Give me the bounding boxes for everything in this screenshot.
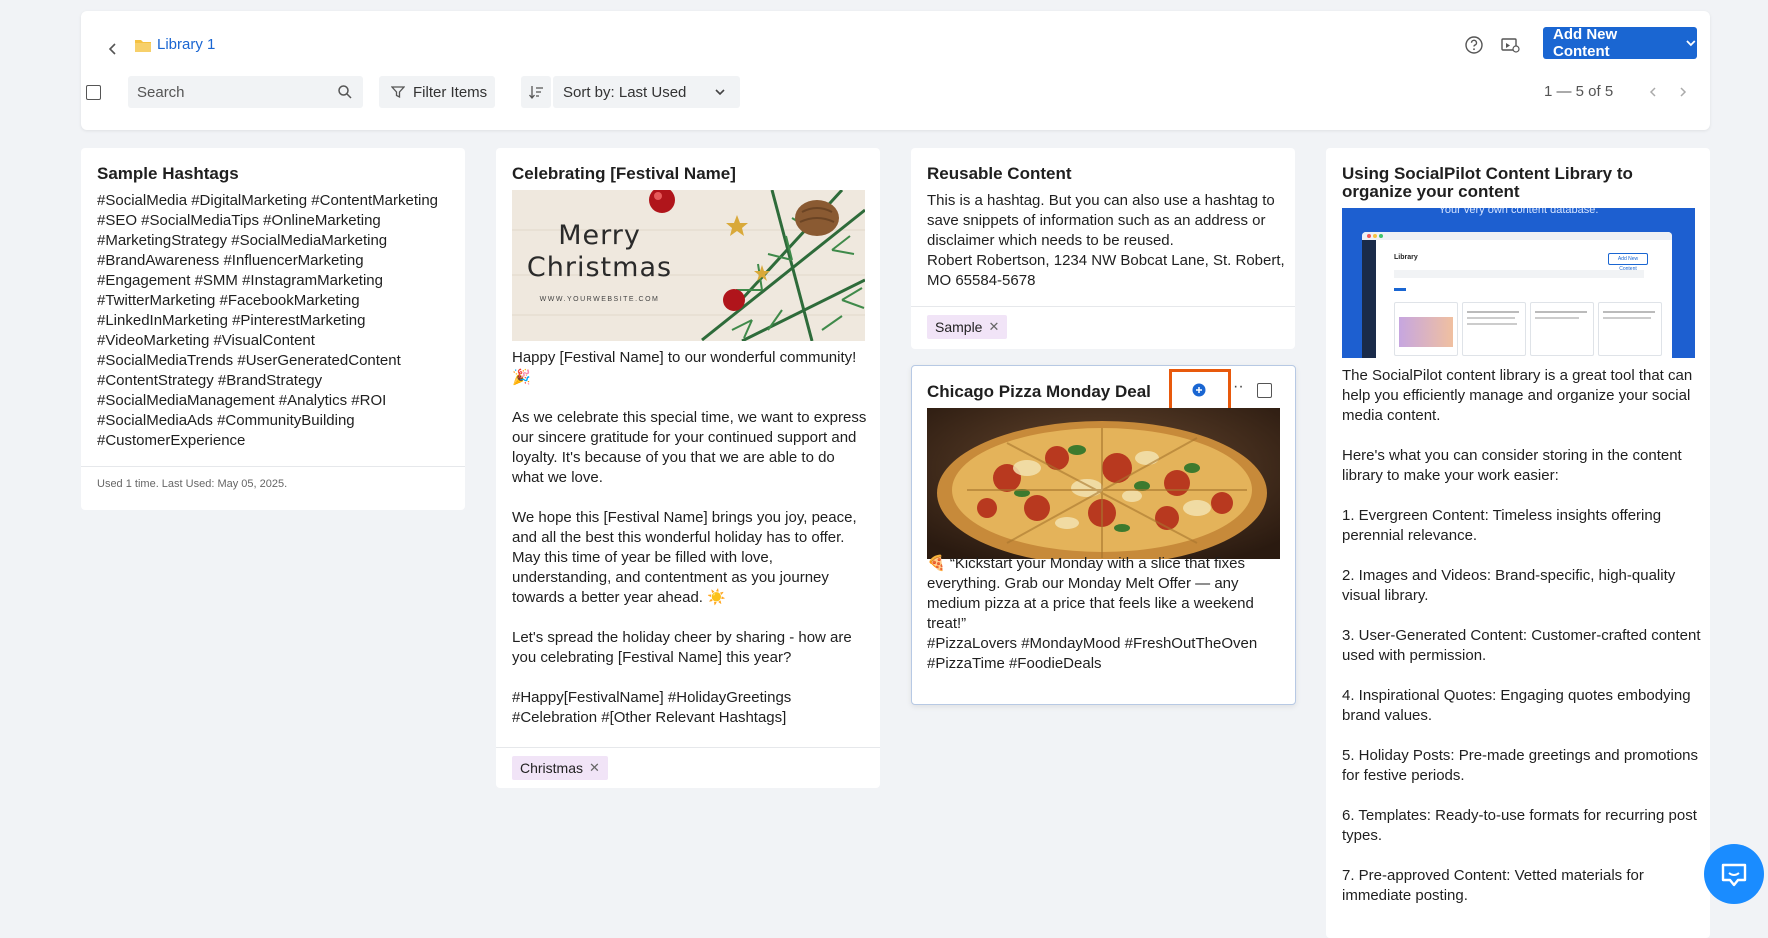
card-body: 🍕 “Kickstart your Monday with a slice th…	[927, 555, 1258, 672]
filter-icon	[391, 86, 405, 99]
image-line1: Merry	[558, 220, 641, 251]
content-card-festival[interactable]: Celebrating [Festival Name] Merry Christ…	[496, 148, 880, 788]
pagination-info: 1 — 5 of 5	[1544, 83, 1614, 100]
card-title: Celebrating [Festival Name]	[512, 164, 736, 183]
filter-items-label: Filter Items	[413, 83, 488, 101]
image-app-title: Library	[1394, 254, 1418, 261]
card-title: Sample Hashtags	[97, 164, 239, 183]
usage-info: Used 1 time. Last Used: May 05, 2025.	[97, 478, 288, 490]
card-body: The SocialPilot content library is a gre…	[1342, 367, 1701, 904]
card-divider	[81, 466, 465, 467]
image-line2: Christmas	[526, 252, 673, 283]
plus-circle-icon[interactable]	[1192, 383, 1206, 397]
close-icon[interactable]: ✕	[589, 760, 600, 776]
pizza-illustration	[927, 408, 1280, 559]
library-toolbar: Library 1 Add New Content Filter Items S…	[81, 11, 1710, 130]
back-chevron-icon[interactable]	[105, 41, 121, 57]
filter-items-button[interactable]: Filter Items	[379, 76, 495, 108]
content-card-pizza[interactable]: Chicago Pizza Monday Deal ·· 🍕 “Kickstar…	[911, 365, 1296, 705]
tag-chip: Sample ✕	[927, 315, 1008, 339]
tag-chip: Christmas ✕	[512, 756, 608, 780]
christmas-image[interactable]: Merry Christmas WWW.YOURWEBSITE.COM	[512, 190, 865, 341]
sort-direction-button[interactable]	[521, 76, 551, 108]
card-body: Happy [Festival Name] to our wonderful c…	[512, 349, 867, 726]
add-new-content-label: Add New Content	[1553, 26, 1618, 60]
search-input[interactable]	[128, 76, 328, 108]
chevron-down-icon	[1686, 40, 1696, 47]
card-title: Reusable Content	[927, 164, 1072, 183]
more-icon[interactable]: ··	[1233, 378, 1244, 396]
chevron-left-icon[interactable]	[1647, 85, 1659, 99]
card-title: Chicago Pizza Monday Deal	[927, 382, 1151, 401]
folder-icon	[135, 40, 151, 52]
help-icon[interactable]	[1463, 34, 1485, 56]
add-new-content-button[interactable]: Add New Content	[1543, 26, 1697, 60]
sort-select-label: Sort by: Last Used	[563, 83, 687, 101]
card-body: #SocialMedia #DigitalMarketing #ContentM…	[97, 192, 439, 449]
tag-label: Sample	[935, 319, 983, 335]
app-screenshot: Library Add New Content	[1362, 232, 1672, 358]
sort-select[interactable]: Sort by: Last Used	[553, 76, 740, 108]
chat-icon	[1721, 863, 1747, 887]
pizza-image[interactable]	[927, 408, 1280, 559]
card-divider	[496, 747, 880, 748]
image-url-text: WWW.YOURWEBSITE.COM	[539, 296, 660, 303]
card-title: Using SocialPilot Content Library to org…	[1342, 164, 1633, 201]
tag-label: Christmas	[520, 760, 584, 776]
select-all-checkbox[interactable]	[86, 85, 101, 100]
card-select-checkbox[interactable]	[1257, 383, 1272, 398]
card-body: This is a hashtag. But you can also use …	[927, 192, 1285, 289]
content-card-socialpilot[interactable]: Using SocialPilot Content Library to org…	[1326, 148, 1710, 938]
library-breadcrumb[interactable]: Library 1	[157, 36, 215, 53]
sort-icon	[529, 86, 543, 100]
chevron-down-icon	[715, 89, 725, 96]
content-card-hashtags[interactable]: Sample Hashtags #SocialMedia #DigitalMar…	[81, 148, 465, 510]
screen-record-icon[interactable]	[1499, 34, 1521, 56]
chevron-right-icon[interactable]	[1677, 85, 1689, 99]
chat-support-button[interactable]	[1704, 844, 1764, 904]
close-icon[interactable]: ✕	[988, 319, 999, 335]
socialpilot-image[interactable]: Your very own content database. Library …	[1342, 208, 1695, 358]
search-box	[128, 76, 363, 108]
content-card-reusable[interactable]: Reusable Content This is a hashtag. But …	[911, 148, 1295, 349]
card-divider	[911, 306, 1295, 307]
image-add-button: Add New Content	[1608, 253, 1648, 272]
image-caption: Your very own content database.	[1438, 208, 1599, 216]
search-icon[interactable]	[337, 84, 353, 100]
